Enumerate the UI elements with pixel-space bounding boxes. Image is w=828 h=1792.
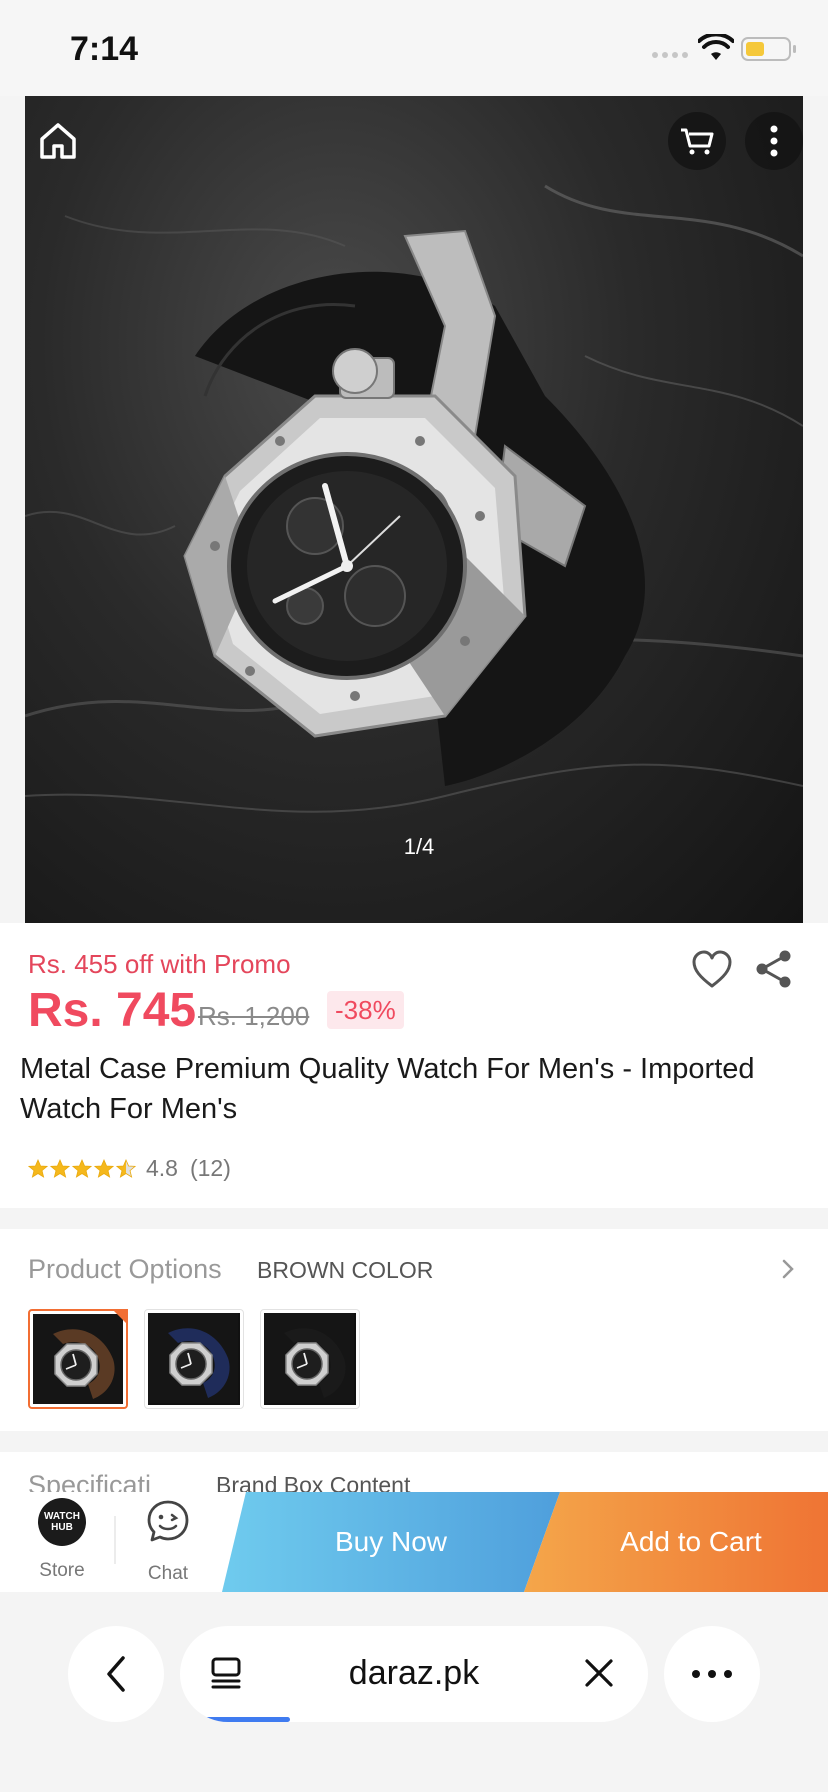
bottom-action-bar: WATCH HUB Store Chat Buy Now Add to Cart xyxy=(0,1492,828,1592)
star-icon xyxy=(50,1158,70,1178)
option-thumbnail-brown[interactable] xyxy=(28,1309,128,1409)
chat-button[interactable]: Chat xyxy=(130,1498,206,1585)
selected-corner-marker xyxy=(112,1309,128,1325)
thumb-watch-1 xyxy=(148,1313,238,1403)
star-icon xyxy=(116,1158,136,1178)
thumbnail-image xyxy=(148,1313,240,1405)
battery-icon xyxy=(741,37,796,61)
home-icon xyxy=(40,123,76,159)
heart-icon[interactable] xyxy=(690,948,734,992)
divider xyxy=(114,1516,116,1564)
option-thumbnail-blue[interactable] xyxy=(144,1309,244,1409)
add-to-cart-button[interactable]: Add to Cart xyxy=(524,1492,828,1592)
options-label: Product Options xyxy=(28,1254,222,1284)
home-button[interactable] xyxy=(29,112,87,170)
star-icon xyxy=(94,1158,114,1178)
thumb-watch-0 xyxy=(33,1314,123,1404)
promo-text: Rs. 455 off with Promo xyxy=(28,949,291,979)
more-options-button[interactable] xyxy=(745,112,803,170)
specifications-row[interactable]: Specificati Brand Box Content xyxy=(0,1452,828,1492)
product-options-card[interactable]: Product Options BROWN COLOR xyxy=(0,1229,828,1431)
option-thumbnail-black[interactable] xyxy=(260,1309,360,1409)
browser-menu-button[interactable] xyxy=(664,1626,760,1722)
specifications-value: Brand Box Content xyxy=(216,1472,411,1492)
discount-badge: -38% xyxy=(327,991,404,1029)
gallery-page-indicator: 1/4 xyxy=(403,834,435,859)
star-icon xyxy=(72,1158,92,1178)
browser-toolbar: daraz.pk xyxy=(0,1592,828,1792)
thumb-watch-2 xyxy=(264,1313,354,1403)
share-icon[interactable] xyxy=(752,947,796,991)
more-icon xyxy=(770,125,778,157)
status-bar: 7:14 xyxy=(0,0,828,96)
wifi-icon xyxy=(698,34,734,60)
back-icon xyxy=(107,1656,125,1692)
star-icon xyxy=(28,1158,48,1178)
status-time: 7:14 xyxy=(70,30,139,68)
rating-stars xyxy=(28,1158,136,1179)
rating-value: 4.8 xyxy=(146,1155,178,1181)
product-watch-image xyxy=(25,184,803,813)
original-price: Rs. 1,200 xyxy=(198,1001,310,1031)
rating-count: (12) xyxy=(189,1155,231,1181)
cellular-signal-icon xyxy=(652,52,688,58)
ellipsis-icon xyxy=(692,1670,732,1678)
store-label: Store xyxy=(39,1560,85,1581)
product-image-gallery[interactable]: 1/4 xyxy=(25,96,803,923)
page-load-progress xyxy=(200,1717,290,1722)
selected-option-value: BROWN COLOR xyxy=(257,1257,434,1283)
url-text: daraz.pk xyxy=(348,1654,480,1692)
product-title: Metal Case Premium Quality Watch For Men… xyxy=(20,1053,755,1125)
buy-now-button[interactable]: Buy Now xyxy=(222,1492,560,1592)
chevron-right-icon[interactable] xyxy=(777,1257,799,1281)
store-logo: WATCH HUB xyxy=(38,1498,86,1546)
url-bar[interactable]: daraz.pk xyxy=(180,1626,648,1722)
product-rating[interactable]: 4.8 (12) xyxy=(28,1155,231,1182)
back-button[interactable] xyxy=(68,1626,164,1722)
cart-button[interactable] xyxy=(668,112,726,170)
product-info-card: Rs. 455 off with Promo Rs. 745 Rs. 1,200… xyxy=(0,923,828,1208)
store-button[interactable]: WATCH HUB Store xyxy=(24,1498,100,1582)
specifications-label: Specificati xyxy=(28,1470,152,1492)
current-price: Rs. 745 xyxy=(28,984,197,1037)
thumbnail-image xyxy=(33,1314,123,1404)
close-icon[interactable] xyxy=(582,1656,616,1690)
thumbnail-image xyxy=(264,1313,356,1405)
chat-icon xyxy=(147,1500,189,1542)
chat-label: Chat xyxy=(147,1563,189,1584)
cart-icon xyxy=(681,128,714,155)
